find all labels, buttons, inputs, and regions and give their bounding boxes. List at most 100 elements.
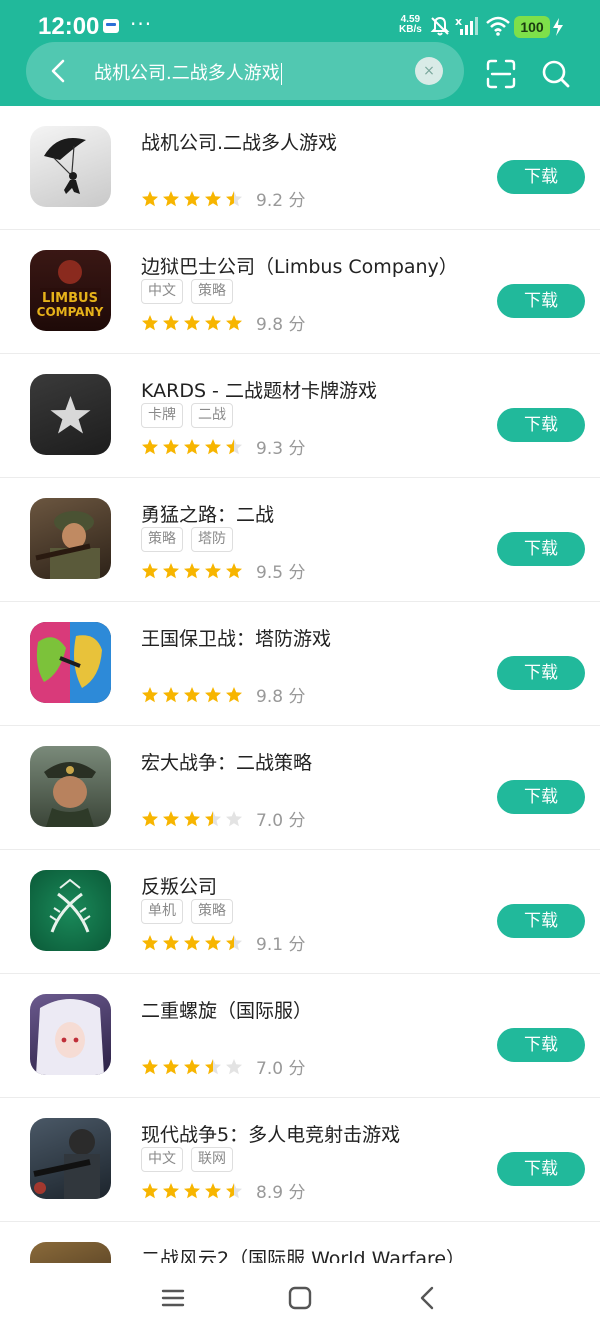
app-list-item[interactable]: 宏大战争：二战策略 7.0 分 下载	[0, 726, 600, 850]
app-tag[interactable]: 中文	[141, 1147, 183, 1172]
app-name: 勇猛之路：二战	[141, 504, 275, 526]
app-tag[interactable]: 策略	[191, 279, 233, 304]
charging-icon	[553, 18, 563, 36]
app-list-item[interactable]: 二战风云2（国际服 World Warfare）	[0, 1222, 600, 1263]
app-tag[interactable]: 塔防	[191, 527, 233, 552]
app-name: 二重螺旋（国际服）	[141, 1000, 313, 1022]
app-tag[interactable]: 策略	[141, 527, 183, 552]
search-input[interactable]: 战机公司.二战多人游戏	[94, 59, 282, 85]
app-icon-kards[interactable]	[30, 374, 111, 455]
search-bar[interactable]: 战机公司.二战多人游戏 ×	[26, 42, 464, 100]
app-list-item[interactable]: 反叛公司 单机 策略 9.1 分 下载	[0, 850, 600, 974]
net-speed-unit: KB/s	[399, 24, 422, 35]
app-list-item[interactable]: 战机公司.二战多人游戏 9.2 分 下载	[0, 106, 600, 230]
app-tag[interactable]: 卡牌	[141, 403, 183, 428]
star-icon	[163, 438, 179, 454]
search-results-list[interactable]: 战机公司.二战多人游戏 9.2 分 下载 LIMBUS COMPANY 边狱巴士…	[0, 106, 600, 1263]
star-icon	[205, 438, 221, 454]
app-icon-kingdom-rush[interactable]	[30, 622, 111, 703]
app-tags: 卡牌 二战	[141, 403, 241, 429]
app-tag[interactable]: 策略	[191, 899, 233, 924]
star-icon	[205, 190, 221, 206]
app-name: 战机公司.二战多人游戏	[141, 132, 338, 154]
clear-search-button[interactable]: ×	[415, 57, 443, 85]
app-icon-world-warfare[interactable]	[30, 1242, 111, 1263]
star-icon	[184, 1058, 200, 1074]
score-value: 8.9	[256, 1183, 284, 1203]
score-value: 7.0	[256, 811, 284, 831]
home-icon[interactable]	[285, 1283, 315, 1313]
star-icon	[184, 1182, 200, 1198]
app-tag[interactable]: 中文	[141, 279, 183, 304]
app-rating: 9.2 分	[141, 186, 305, 211]
back-arrow-icon[interactable]	[44, 56, 74, 86]
app-list-item[interactable]: 王国保卫战：塔防游戏 9.8 分 下载	[0, 602, 600, 726]
signal-icon: x	[455, 15, 478, 35]
search-query: 战机公司.二战多人游戏	[94, 63, 280, 84]
download-button[interactable]: 下载	[497, 284, 585, 318]
mute-icon	[430, 16, 450, 36]
download-button[interactable]: 下载	[497, 780, 585, 814]
app-icon-warplane[interactable]	[30, 126, 111, 207]
star-icon	[142, 562, 158, 578]
status-time: 12:00	[38, 13, 100, 40]
app-list-item[interactable]: 现代战争5：多人电竞射击游戏 中文 联网 8.9 分 下载	[0, 1098, 600, 1222]
app-tag[interactable]: 联网	[191, 1147, 233, 1172]
star-icon	[226, 1182, 242, 1198]
star-icon	[184, 934, 200, 950]
app-tag[interactable]: 单机	[141, 899, 183, 924]
star-icon	[226, 1058, 242, 1074]
app-icon-rebel-inc[interactable]	[30, 870, 111, 951]
app-list-item[interactable]: LIMBUS COMPANY 边狱巴士公司（Limbus Company） 中文…	[0, 230, 600, 354]
download-button[interactable]: 下载	[497, 160, 585, 194]
scan-icon[interactable]	[485, 58, 517, 90]
app-list-item[interactable]: 勇猛之路：二战 策略 塔防 9.5 分 下载	[0, 478, 600, 602]
download-button[interactable]: 下载	[497, 656, 585, 690]
search-icon[interactable]	[540, 58, 572, 90]
star-icon	[226, 562, 242, 578]
app-name: 王国保卫战：塔防游戏	[141, 628, 332, 650]
star-icon	[163, 562, 179, 578]
app-rating: 9.3 分	[141, 434, 306, 459]
app-tag[interactable]: 二战	[191, 403, 233, 428]
app-icon-road-to-valor[interactable]	[30, 498, 111, 579]
menu-icon[interactable]	[158, 1283, 188, 1313]
download-button[interactable]: 下载	[497, 904, 585, 938]
system-nav-bar	[0, 1263, 600, 1333]
star-icon	[142, 438, 158, 454]
download-button[interactable]: 下载	[497, 1152, 585, 1186]
back-icon[interactable]	[413, 1283, 443, 1313]
score-unit: 分	[288, 439, 306, 459]
star-icon	[184, 438, 200, 454]
star-icon	[205, 314, 221, 330]
star-icon	[163, 190, 179, 206]
app-rating: 7.0 分	[141, 1054, 305, 1079]
score-unit: 分	[288, 1183, 306, 1203]
star-icon	[226, 190, 242, 206]
star-icon	[163, 686, 179, 702]
app-list-item[interactable]: KARDS - 二战题材卡牌游戏 卡牌 二战 9.3 分 下载	[0, 354, 600, 478]
score-unit: 分	[288, 563, 306, 583]
app-icon-duet-night-abyss[interactable]	[30, 994, 111, 1075]
score-value: 9.1	[256, 935, 284, 955]
app-tags: 中文 联网	[141, 1147, 241, 1173]
svg-text:COMPANY: COMPANY	[37, 305, 104, 319]
app-icon-limbus[interactable]: LIMBUS COMPANY	[30, 250, 111, 331]
score-unit: 分	[288, 935, 306, 955]
app-header: 12:00 ··· 4.59 KB/s x 100 战机公司.二战多人游戏 ×	[0, 0, 600, 106]
star-icon	[226, 314, 242, 330]
star-icon	[142, 1182, 158, 1198]
download-button[interactable]: 下载	[497, 408, 585, 442]
app-icon-grand-war[interactable]	[30, 746, 111, 827]
download-button[interactable]: 下载	[497, 532, 585, 566]
star-icon	[226, 438, 242, 454]
download-button[interactable]: 下载	[497, 1028, 585, 1062]
svg-text:LIMBUS: LIMBUS	[42, 291, 98, 306]
star-icon	[163, 1182, 179, 1198]
app-rating: 9.5 分	[141, 558, 306, 583]
star-icon	[226, 686, 242, 702]
score-value: 9.8	[256, 315, 284, 335]
star-icon	[205, 1058, 221, 1074]
app-list-item[interactable]: 二重螺旋（国际服） 7.0 分 下载	[0, 974, 600, 1098]
app-icon-modern-combat-5[interactable]	[30, 1118, 111, 1199]
